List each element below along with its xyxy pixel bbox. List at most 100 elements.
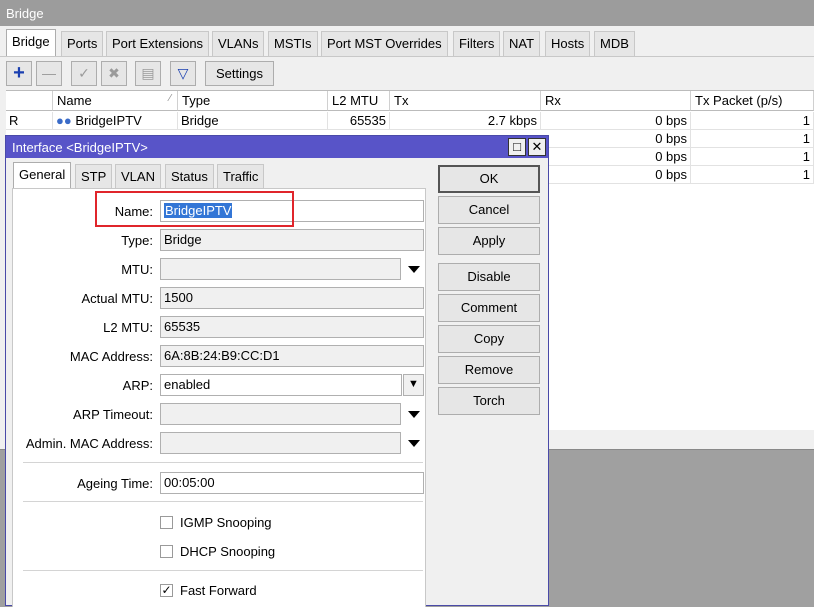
cancel-button[interactable]: Cancel: [438, 196, 540, 224]
column-header-tx-packet[interactable]: Tx Packet (p/s): [691, 91, 814, 111]
ageing-time-label: Ageing Time:: [77, 476, 153, 491]
divider: [23, 462, 423, 463]
add-icon: +: [13, 62, 25, 84]
actual-mtu-field: 1500: [160, 287, 424, 309]
arp-timeout-label: ARP Timeout:: [73, 407, 153, 422]
type-label: Type:: [121, 233, 153, 248]
divider: [23, 570, 423, 571]
comment-button[interactable]: ▤: [135, 61, 161, 86]
apply-button[interactable]: Apply: [438, 227, 540, 255]
tab-status[interactable]: Status: [165, 164, 214, 188]
admin-mac-dropdown-icon[interactable]: [408, 440, 420, 447]
remove-icon: —: [42, 65, 56, 81]
copy-button[interactable]: Copy: [438, 325, 540, 353]
igmp-snooping-label: IGMP Snooping: [180, 515, 272, 530]
ageing-time-field[interactable]: 00:05:00: [160, 472, 424, 494]
filter-button[interactable]: ▽: [170, 61, 196, 86]
column-header-rx[interactable]: Rx: [541, 91, 691, 111]
disable-icon: ✖: [108, 65, 120, 81]
disable-button[interactable]: ✖: [101, 61, 127, 86]
admin-mac-field[interactable]: [160, 432, 401, 454]
row-tx-packet[interactable]: 1: [691, 148, 814, 166]
row-rx[interactable]: 0 bps: [541, 130, 691, 148]
tab-hosts[interactable]: Hosts: [545, 31, 591, 56]
torch-button[interactable]: Torch: [438, 387, 540, 415]
tab-general[interactable]: General: [13, 162, 72, 189]
row-name[interactable]: ●● BridgeIPTV: [53, 112, 178, 130]
enable-icon: ✓: [78, 65, 90, 81]
row-flag[interactable]: R: [6, 112, 53, 130]
igmp-snooping-checkbox[interactable]: [160, 516, 173, 529]
arp-dropdown-button[interactable]: ▼: [403, 374, 424, 396]
mac-address-label: MAC Address:: [69, 349, 153, 364]
arp-timeout-field[interactable]: [160, 403, 401, 425]
row-tx-packet[interactable]: 1: [691, 130, 814, 148]
tab-mstis[interactable]: MSTIs: [268, 31, 318, 56]
remove-button[interactable]: —: [36, 61, 62, 86]
arp-timeout-dropdown-icon[interactable]: [408, 411, 420, 418]
bridge-icon: ●●: [56, 113, 72, 128]
general-panel: Name: BridgeIPTV Type: Bridge MTU: Actua…: [12, 188, 426, 607]
maximize-button[interactable]: □: [508, 138, 526, 156]
tab-vlans[interactable]: VLANs: [212, 31, 265, 56]
dialog-title: Interface <BridgeIPTV>: [12, 140, 148, 155]
column-header-type[interactable]: Type: [178, 91, 328, 111]
name-highlight-box: [95, 191, 294, 227]
arp-select[interactable]: enabled: [160, 374, 402, 396]
column-header-l2mtu[interactable]: L2 MTU: [328, 91, 390, 111]
tab-nat[interactable]: NAT: [503, 31, 541, 56]
tab-bridge[interactable]: Bridge: [6, 29, 56, 57]
row-tx[interactable]: 2.7 kbps: [390, 112, 541, 130]
mac-address-field: 6A:8B:24:B9:CC:D1: [160, 345, 424, 367]
dialog-title-bar[interactable]: Interface <BridgeIPTV> □ ✕: [6, 136, 548, 158]
dhcp-snooping-checkbox[interactable]: [160, 545, 173, 558]
tab-stp[interactable]: STP: [75, 164, 113, 188]
comment-button[interactable]: Comment: [438, 294, 540, 322]
row-rx[interactable]: 0 bps: [541, 112, 691, 130]
l2-mtu-field: 65535: [160, 316, 424, 338]
column-header-name[interactable]: Name ⁄: [53, 91, 178, 111]
mtu-field[interactable]: [160, 258, 401, 280]
column-header-tx[interactable]: Tx: [390, 91, 541, 111]
admin-mac-label: Admin. MAC Address:: [25, 436, 153, 451]
mtu-dropdown-icon[interactable]: [408, 266, 420, 273]
row-type[interactable]: Bridge: [178, 112, 328, 130]
maximize-icon: □: [513, 139, 521, 154]
column-header-name-label: Name: [57, 93, 92, 108]
filter-icon: ▽: [177, 65, 189, 81]
close-button[interactable]: ✕: [528, 138, 546, 156]
row-tx-packet[interactable]: 1: [691, 166, 814, 184]
column-header-flag[interactable]: [6, 91, 53, 111]
checkmark-icon: ✓: [161, 583, 172, 597]
interface-dialog: Interface <BridgeIPTV> □ ✕ General STP V…: [5, 135, 549, 607]
settings-button[interactable]: Settings: [205, 61, 274, 86]
actual-mtu-label: Actual MTU:: [81, 291, 153, 306]
tab-port-mst-overrides[interactable]: Port MST Overrides: [321, 31, 448, 56]
bridge-window-title: Bridge: [0, 0, 814, 26]
row-l2mtu[interactable]: 65535: [328, 112, 390, 130]
remove-button[interactable]: Remove: [438, 356, 540, 384]
sort-icon: ⁄: [169, 93, 171, 104]
divider: [23, 501, 423, 502]
enable-button[interactable]: ✓: [71, 61, 97, 86]
tab-mdb[interactable]: MDB: [594, 31, 635, 56]
row-tx-packet[interactable]: 1: [691, 112, 814, 130]
disable-button[interactable]: Disable: [438, 263, 540, 291]
ok-button[interactable]: OK: [438, 165, 540, 193]
row-name-label: BridgeIPTV: [75, 113, 142, 128]
row-rx[interactable]: 0 bps: [541, 166, 691, 184]
tab-divider: [0, 56, 814, 57]
tab-port-extensions[interactable]: Port Extensions: [106, 31, 210, 56]
close-icon: ✕: [531, 139, 543, 154]
add-button[interactable]: +: [6, 61, 32, 86]
fast-forward-checkbox[interactable]: ✓: [160, 584, 173, 597]
tab-filters[interactable]: Filters: [453, 31, 501, 56]
type-field: Bridge: [160, 229, 424, 251]
tab-traffic[interactable]: Traffic: [217, 164, 265, 188]
chevron-down-icon: ▼: [408, 378, 419, 390]
tab-ports[interactable]: Ports: [61, 31, 104, 56]
mtu-label: MTU:: [121, 262, 153, 277]
tab-vlan[interactable]: VLAN: [115, 164, 161, 188]
comment-icon: ▤: [141, 65, 155, 81]
row-rx[interactable]: 0 bps: [541, 148, 691, 166]
